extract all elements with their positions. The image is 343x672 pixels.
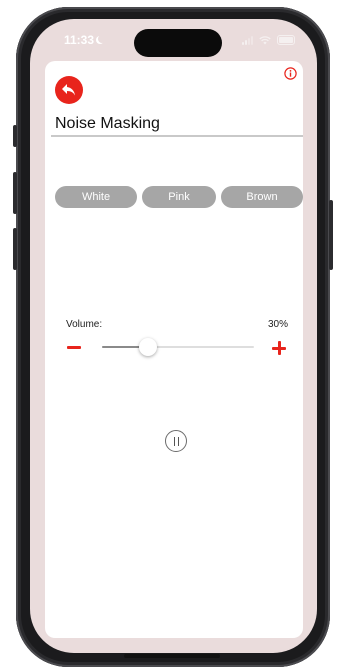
slider-thumb[interactable] [138, 338, 157, 356]
noise-masking-card: Noise Masking White Pink Brown Volume: 3… [45, 61, 303, 638]
pause-button[interactable] [165, 430, 187, 452]
action-button [13, 125, 17, 147]
page-title: Noise Masking [55, 115, 160, 132]
dynamic-island [134, 29, 222, 57]
volume-increase-button[interactable] [272, 341, 286, 355]
status-time-text: 11:33 [64, 33, 95, 47]
home-indicator[interactable] [124, 654, 220, 658]
noise-type-tabs: White Pink Brown [55, 186, 305, 208]
focus-moon-icon [98, 35, 106, 43]
title-divider [51, 135, 303, 137]
back-button[interactable] [55, 76, 83, 104]
pause-icon-bar [173, 436, 175, 446]
status-icons [242, 35, 295, 45]
volume-value: 30% [267, 319, 288, 330]
volume-label: Volume: [66, 319, 103, 330]
volume-decrease-button[interactable] [67, 346, 81, 349]
power-button [329, 200, 333, 270]
tab-pink[interactable]: Pink [142, 186, 216, 208]
back-arrow-icon [62, 84, 75, 96]
tab-brown[interactable]: Brown [221, 186, 303, 208]
volume-down-button [13, 228, 17, 270]
info-icon[interactable] [284, 67, 297, 80]
status-time: 11:33 [64, 33, 106, 47]
tab-white[interactable]: White [55, 186, 137, 208]
cellular-signal-icon [242, 35, 253, 45]
wifi-icon [259, 35, 271, 44]
volume-slider[interactable] [102, 338, 254, 356]
battery-icon [277, 35, 295, 45]
pause-icon-bar [177, 436, 179, 446]
volume-up-button [13, 172, 17, 214]
phone-screen: 11:33 Noise Masking White Pink Brown Vol… [30, 19, 317, 653]
